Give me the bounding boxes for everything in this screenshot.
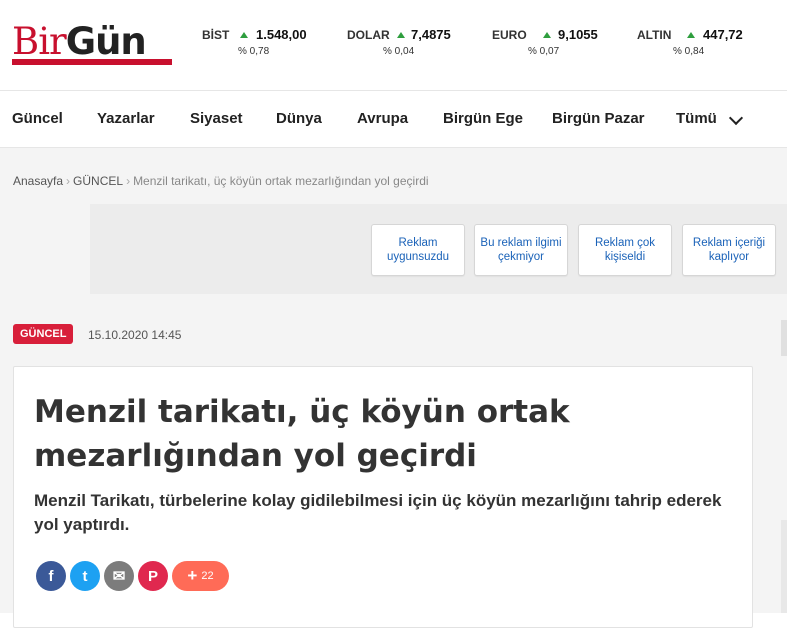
up-arrow-icon (687, 32, 695, 38)
header: BirGün BİST 1.548,00 % 0,78 DOLAR 7,4875… (0, 0, 787, 90)
pinterest-icon: P (147, 567, 158, 585)
ticker-value: 1.548,00 (256, 27, 307, 42)
ticker-name: ALTIN (637, 28, 672, 42)
up-arrow-icon (543, 32, 551, 38)
logo-text: BirGün (12, 20, 147, 63)
ticker-name: DOLAR (347, 28, 390, 42)
share-twitter-button[interactable]: t (70, 561, 100, 591)
nav-item-avrupa[interactable]: Avrupa (357, 110, 408, 127)
ad-feedback-too-personal[interactable]: Reklam çok kişiseldi (578, 224, 672, 276)
article-title: Menzil tarikatı, üç köyün ortak mezarlığ… (34, 394, 570, 474)
side-widget-tab[interactable] (781, 520, 787, 613)
ticker-value: 9,1055 (558, 27, 598, 42)
article-summary: Menzil Tarikatı, türbelerine kolay gidil… (34, 491, 722, 534)
chevron-right-icon: › (126, 174, 131, 188)
ticker-euro[interactable]: EURO 9,1055 % 0,07 (492, 27, 622, 64)
ticker-bist[interactable]: BİST 1.548,00 % 0,78 (202, 27, 332, 64)
article-date: 15.10.2020 14:45 (88, 328, 182, 342)
main-nav: Güncel Yazarlar Siyaset Dünya Avrupa Bir… (0, 91, 787, 147)
ticker-name: BİST (202, 28, 230, 42)
nav-item-dunya[interactable]: Dünya (276, 110, 322, 127)
category-badge[interactable]: GÜNCEL (13, 324, 74, 344)
birgun-logo[interactable]: BirGün (12, 22, 172, 66)
breadcrumb-section[interactable]: GÜNCEL (73, 174, 123, 188)
ticker-change: % 0,07 (528, 46, 560, 57)
nav-item-birgun-ege[interactable]: Birgün Ege (443, 110, 523, 127)
twitter-icon: t (82, 567, 88, 585)
nav-item-yazarlar[interactable]: Yazarlar (97, 110, 155, 127)
ticker-altin[interactable]: ALTIN 447,72 % 0,84 (637, 27, 767, 64)
side-widget-tab[interactable] (781, 320, 787, 356)
ticker-dolar[interactable]: DOLAR 7,4875 % 0,04 (347, 27, 477, 64)
breadcrumb: Anasayfa › GÜNCEL › Menzil tarikatı, üç köyü… (13, 174, 429, 188)
facebook-icon: f (48, 567, 54, 585)
logo-underline (12, 59, 172, 65)
ticker-value: 447,72 (703, 27, 743, 42)
nav-item-guncel[interactable]: Güncel (12, 110, 63, 127)
share-pinterest-button[interactable]: P (138, 561, 168, 591)
ticker-change: % 0,84 (673, 46, 705, 57)
ticker-change: % 0,04 (383, 46, 415, 57)
nav-item-tumu[interactable]: Tümü (676, 110, 717, 127)
nav-item-birgun-pazar[interactable]: Birgün Pazar (552, 110, 645, 127)
email-icon: ✉ (112, 568, 126, 585)
ticker-name: EURO (492, 28, 527, 42)
share-more-button[interactable]: +22 (172, 561, 229, 591)
ad-feedback-covers-content[interactable]: Reklam içeriği kaplıyor (682, 224, 776, 276)
share-facebook-button[interactable]: f (36, 561, 66, 591)
nav-item-siyaset[interactable]: Siyaset (190, 110, 243, 127)
chevron-right-icon: › (66, 174, 71, 188)
ad-feedback-not-interested[interactable]: Bu reklam ilgimi çekmiyor (474, 224, 568, 276)
ticker-change: % 0,78 (238, 46, 270, 57)
plus-icon: + (187, 566, 198, 585)
breadcrumb-current: Menzil tarikatı, üç köyün ortak mezarlığ… (133, 174, 429, 188)
up-arrow-icon (240, 32, 248, 38)
ticker-value: 7,4875 (411, 27, 451, 42)
ad-feedback-inappropriate[interactable]: Reklam uygunsuzdu (371, 224, 465, 276)
share-email-button[interactable]: ✉ (104, 561, 134, 591)
breadcrumb-home[interactable]: Anasayfa (13, 174, 63, 188)
share-count: 22 (201, 570, 214, 582)
up-arrow-icon (397, 32, 405, 38)
